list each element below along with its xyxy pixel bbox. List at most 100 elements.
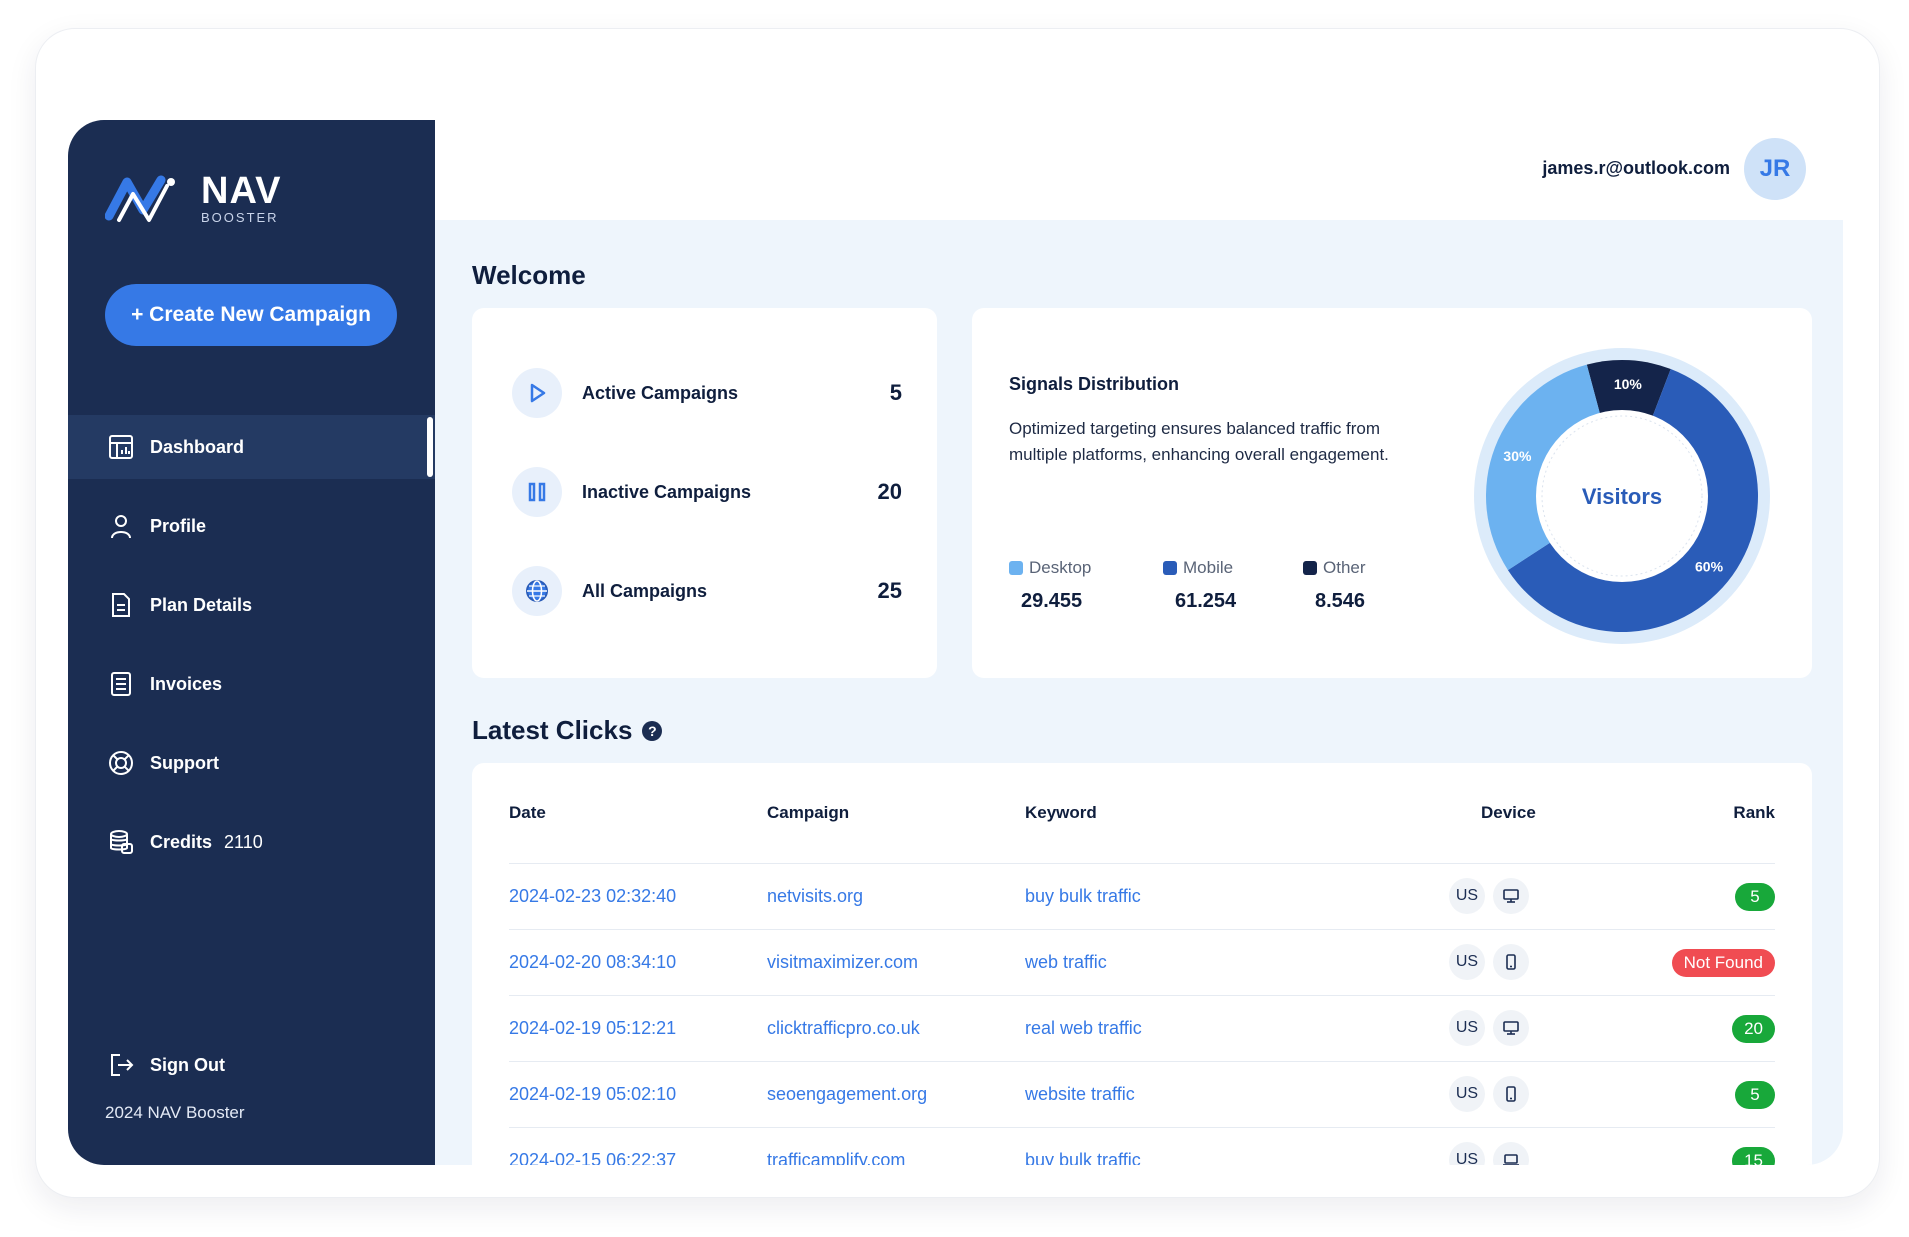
legend-swatch [1009, 561, 1023, 575]
dashboard-icon [106, 432, 136, 462]
top-header: james.r@outlook.com JR [435, 120, 1843, 220]
rank-badge: 5 [1735, 1081, 1775, 1109]
donut-label-desktop: 30% [1503, 448, 1532, 464]
country-badge: US [1449, 944, 1485, 980]
donut-label-other: 10% [1614, 376, 1643, 392]
logout-icon [106, 1050, 136, 1080]
active-campaigns-row[interactable]: Active Campaigns 5 [512, 368, 902, 418]
logo-icon [105, 175, 175, 222]
cell-keyword-link[interactable]: real web traffic [1025, 1018, 1142, 1039]
cell-keyword-link[interactable]: buy bulk traffic [1025, 886, 1141, 907]
sidebar-item-label: Profile [150, 515, 207, 536]
brand-logo[interactable]: NAV BOOSTER [105, 172, 281, 224]
sidebar-item-label: Support [150, 752, 219, 773]
sign-out-button[interactable]: Sign Out [106, 1050, 225, 1080]
column-header-campaign: Campaign [767, 803, 850, 822]
table-row: 2024-02-20 08:34:10 visitmaximizer.com web… [509, 929, 1775, 995]
cell-date: 2024-02-23 02:32:40 [509, 886, 677, 906]
table-row: 2024-02-23 02:32:40 netvisits.org buy bulk… [509, 863, 1775, 929]
table-row: 2024-02-15 06:22:37 trafficamplify.com buy… [509, 1127, 1775, 1165]
signals-card: Signals Distribution Optimized targeting… [972, 308, 1812, 678]
cell-date: 2024-02-19 05:12:21 [509, 1018, 677, 1038]
sidebar-item-label: Plan Details [150, 594, 253, 615]
avatar[interactable]: JR [1744, 138, 1806, 200]
pause-icon [512, 467, 562, 517]
copyright: 2024 NAV Booster [105, 1103, 245, 1122]
sidebar-item-label: Invoices [150, 673, 223, 694]
cell-date: 2024-02-20 08:34:10 [509, 952, 677, 972]
cell-keyword-link[interactable]: website traffic [1025, 1084, 1135, 1105]
table-row: 2024-02-19 05:02:10 seoengagement.org webs… [509, 1061, 1775, 1127]
document-icon [106, 590, 136, 620]
dashboard-content: Welcome Active Campaigns 5 Inactive Camp… [435, 220, 1843, 1165]
campaign-count: 25 [877, 578, 902, 603]
column-header-keyword: Keyword [1025, 803, 1097, 822]
legend-swatch [1163, 561, 1177, 575]
mobile-icon [1493, 1076, 1529, 1112]
legend-swatch [1303, 561, 1317, 575]
main-area: james.r@outlook.com JR Welcome Active Ca… [435, 120, 1843, 1165]
campaigns-card: Active Campaigns 5 Inactive Campaigns 20… [472, 308, 937, 678]
sidebar-item-profile[interactable]: Profile [68, 494, 435, 558]
sidebar-item-invoices[interactable]: Invoices [68, 652, 435, 716]
legend-mobile: Mobile 61.254 [1163, 558, 1236, 613]
cell-campaign-link[interactable]: clicktrafficpro.co.uk [767, 1018, 920, 1039]
sidebar-item-credits[interactable]: Credits 2110 [68, 810, 435, 874]
database-icon [106, 827, 136, 857]
visitors-donut-chart: 10% 60% 30% Visitors [1474, 348, 1770, 644]
brand-name: NAV [201, 170, 282, 212]
legend-desktop: Desktop 29.455 [1009, 558, 1091, 613]
inactive-campaigns-row[interactable]: Inactive Campaigns 20 [512, 467, 902, 517]
sidebar-item-dashboard[interactable]: Dashboard [68, 415, 435, 479]
cell-campaign-link[interactable]: trafficamplify.com [767, 1150, 905, 1165]
cell-date: 2024-02-15 06:22:37 [509, 1150, 677, 1165]
rank-badge: 5 [1735, 883, 1775, 911]
signals-title: Signals Distribution [1009, 374, 1180, 394]
campaign-label: All Campaigns [582, 580, 708, 601]
user-email: james.r@outlook.com [1542, 158, 1730, 178]
desktop-icon [1493, 1010, 1529, 1046]
brand-subtitle: BOOSTER [201, 210, 279, 225]
country-badge: US [1449, 1076, 1485, 1112]
country-badge: US [1449, 1010, 1485, 1046]
signals-description: Optimized targeting ensures balanced tra… [1009, 419, 1389, 464]
sidebar-item-label: Dashboard [150, 436, 245, 457]
desktop-icon [1493, 878, 1529, 914]
mobile-icon [1493, 944, 1529, 980]
invoice-icon [106, 669, 136, 699]
legend-value: 61.254 [1175, 590, 1237, 612]
user-icon [106, 511, 136, 541]
cell-campaign-link[interactable]: seoengagement.org [767, 1084, 927, 1105]
legend-label: Desktop [1029, 558, 1092, 577]
column-header-device: Device [1481, 803, 1536, 822]
sign-out-label: Sign Out [150, 1054, 225, 1075]
sidebar: NAV BOOSTER + Create New Campaign Dashbo… [68, 120, 435, 1165]
column-header-rank: Rank [1733, 803, 1775, 822]
donut-label-mobile: 60% [1695, 558, 1724, 574]
credits-value: 2110 [224, 831, 263, 852]
play-icon [512, 368, 562, 418]
donut-center-label: Visitors [1582, 484, 1662, 509]
legend-value: 8.546 [1315, 590, 1366, 612]
country-badge: US [1449, 1142, 1485, 1165]
sidebar-item-support[interactable]: Support [68, 731, 435, 795]
lifebuoy-icon [106, 748, 136, 778]
cell-campaign-link[interactable]: visitmaximizer.com [767, 952, 918, 973]
latest-clicks-table: Date Campaign Keyword Device Rank 2024-0… [472, 763, 1812, 1165]
campaign-count: 20 [877, 479, 902, 504]
cell-keyword-link[interactable]: buy bulk traffic [1025, 1150, 1141, 1165]
cell-date: 2024-02-19 05:02:10 [509, 1084, 677, 1104]
cell-campaign-link[interactable]: netvisits.org [767, 886, 863, 907]
cell-keyword-link[interactable]: web traffic [1025, 952, 1107, 973]
country-badge: US [1449, 878, 1485, 914]
rank-badge: 15 [1732, 1147, 1775, 1165]
sidebar-item-plan-details[interactable]: Plan Details [68, 573, 435, 637]
legend-other: Other 8.546 [1303, 558, 1366, 613]
laptop-icon [1493, 1142, 1529, 1165]
help-icon[interactable]: ? [642, 720, 663, 741]
all-campaigns-row[interactable]: All Campaigns 25 [512, 566, 902, 616]
legend-label: Mobile [1183, 558, 1234, 577]
latest-clicks-title: Latest Clicks ? [472, 715, 663, 746]
latest-clicks-label: Latest Clicks [472, 715, 633, 745]
create-campaign-button[interactable]: + Create New Campaign [105, 284, 397, 346]
